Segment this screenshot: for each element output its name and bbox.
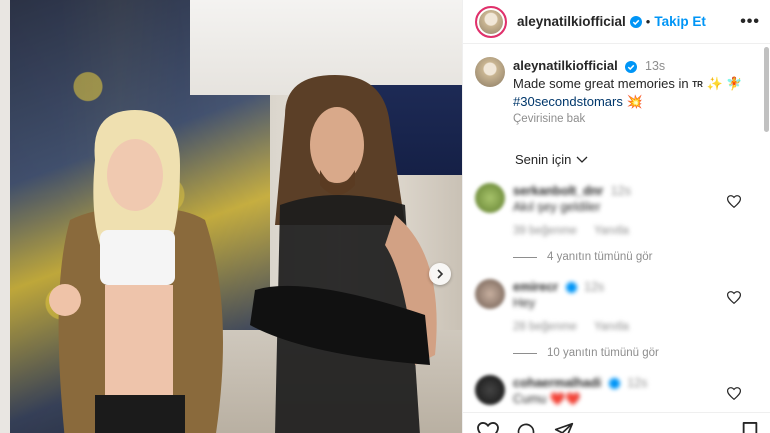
- caption-emojis: ✨ 🧚: [706, 76, 743, 91]
- commenter-avatar[interactable]: [475, 279, 505, 309]
- comment-time: 12s: [610, 184, 631, 198]
- comment-item: emirecr 12s Hey 28 beğenme Yanıtla: [475, 279, 751, 335]
- post-actions-bar: [463, 412, 770, 433]
- view-replies-label: 10 yanıtın tümünü gör: [547, 347, 659, 359]
- caption-text: Made some great memories in: [513, 76, 689, 91]
- header-separator: •: [645, 14, 651, 29]
- share-icon[interactable]: [553, 422, 575, 433]
- chevron-right-icon: [437, 269, 444, 279]
- verified-badge-icon: [608, 378, 620, 390]
- person-left-figure: [49, 110, 223, 433]
- caption-username[interactable]: aleynatilkiofficial: [513, 58, 618, 73]
- commenter-username[interactable]: cohaermalhadi: [513, 376, 601, 390]
- comment-text: Hey: [513, 296, 536, 310]
- comment-item: serkanbolt_dnr 12s Akıl şey geldiler 39 …: [475, 183, 751, 239]
- author-username[interactable]: aleynatilkiofficial: [517, 14, 626, 29]
- caption-flag: TR: [692, 80, 703, 89]
- comment-filter-label: Senin için: [515, 152, 572, 167]
- post-side-panel: aleynatilkiofficial • Takip Et ••• aleyn…: [462, 0, 770, 433]
- chevron-down-icon: [576, 156, 588, 163]
- commenter-avatar[interactable]: [475, 375, 505, 405]
- caption-time: 13s: [645, 59, 666, 73]
- caption-hashtag-emoji: 💥: [626, 94, 643, 109]
- comment-time: 12s: [584, 280, 605, 294]
- comment-likes[interactable]: 39 beğenme: [513, 225, 577, 237]
- heart-icon[interactable]: [727, 387, 741, 400]
- verified-badge-icon: [565, 282, 577, 294]
- replies-line: [513, 352, 537, 354]
- comment-filter-dropdown[interactable]: Senin için: [515, 152, 751, 167]
- comment-item: cohaermalhadi 12s Cumu ❤️❤️: [475, 375, 751, 407]
- follow-button[interactable]: Takip Et: [654, 14, 706, 29]
- replies-line: [513, 256, 537, 258]
- verified-badge-icon: [625, 60, 638, 73]
- comment-likes[interactable]: 28 beğenme: [513, 321, 577, 333]
- post-photo: [0, 0, 462, 433]
- post-header: aleynatilkiofficial • Takip Et •••: [463, 0, 770, 44]
- view-replies-button[interactable]: 10 yanıtın tümünü gör: [513, 347, 751, 359]
- comment-text: Akıl şey geldiler: [513, 200, 601, 214]
- author-avatar[interactable]: [475, 5, 507, 38]
- more-options-button[interactable]: •••: [740, 13, 760, 31]
- reply-button[interactable]: Yanıtla: [594, 321, 629, 333]
- heart-icon[interactable]: [727, 195, 741, 208]
- verified-badge-icon: [629, 15, 642, 28]
- comment-icon[interactable]: [515, 422, 537, 433]
- commenter-username[interactable]: serkanbolt_dnr: [513, 184, 603, 198]
- comment-time: 12s: [627, 376, 648, 390]
- heart-icon[interactable]: [477, 422, 499, 433]
- post-caption: aleynatilkiofficial 13s Made some great …: [475, 57, 751, 128]
- comments-scrollbar[interactable]: [764, 47, 769, 132]
- commenter-avatar[interactable]: [475, 183, 505, 213]
- person-right-figure: [250, 75, 437, 433]
- view-replies-button[interactable]: 4 yanıtın tümünü gör: [513, 251, 751, 263]
- heart-icon[interactable]: [727, 291, 741, 304]
- reply-button[interactable]: Yanıtla: [594, 225, 629, 237]
- bookmark-icon[interactable]: [741, 422, 759, 433]
- next-image-button[interactable]: [429, 263, 451, 285]
- comments-list[interactable]: aleynatilkiofficial 13s Made some great …: [463, 45, 763, 410]
- comment-text: Cumu ❤️❤️: [513, 392, 581, 406]
- caption-avatar[interactable]: [475, 57, 505, 87]
- caption-hashtag[interactable]: #30secondstomars: [513, 94, 623, 109]
- see-translation-link[interactable]: Çevirisine bak: [513, 111, 743, 128]
- view-replies-label: 4 yanıtın tümünü gör: [547, 251, 653, 263]
- commenter-username[interactable]: emirecr: [513, 280, 558, 294]
